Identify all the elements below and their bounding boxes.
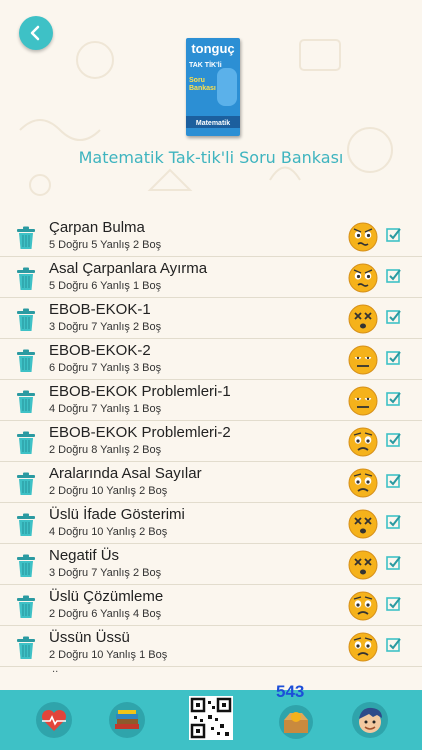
avatar-icon[interactable] (350, 700, 390, 740)
worried-face-icon (348, 632, 378, 662)
checkbox-icon[interactable] (386, 268, 402, 284)
trash-icon[interactable] (15, 595, 37, 619)
heart-pulse-icon[interactable] (34, 700, 74, 740)
test-row[interactable]: Negatif Üs 3 Doğru 7 Yanlış 2 Boş (0, 544, 422, 585)
worried-face-icon (348, 468, 378, 498)
trash-icon[interactable] (15, 226, 37, 250)
test-row[interactable]: EBOB-EKOK-2 6 Doğru 7 Yanlış 3 Boş (0, 339, 422, 380)
test-row[interactable]: EBOB-EKOK Problemleri-2 2 Doğru 8 Yanlış … (0, 421, 422, 462)
test-list: Çarpan Bulma 5 Doğru 5 Yanlış 2 Boş Asal … (0, 216, 422, 667)
checkbox-icon[interactable] (386, 637, 402, 653)
book-kind: Soru Bankası (189, 77, 216, 92)
test-row[interactable]: Asal Çarpanlara Ayırma 5 Doğru 6 Yanlış 1… (0, 257, 422, 298)
dizzy-face-icon (348, 509, 378, 539)
checkbox-icon[interactable] (386, 514, 402, 530)
more-indicator: .. (52, 664, 59, 675)
test-name: Aralarında Asal Sayılar (49, 465, 202, 482)
neutral-face-icon (348, 345, 378, 375)
test-stats: 3 Doğru 7 Yanlış 2 Boş (49, 567, 162, 579)
book-cover: tonguç TAK TİK'li Soru Bankası Matematik (186, 38, 240, 136)
test-name: Üssün Üssü (49, 629, 130, 646)
trash-icon[interactable] (15, 431, 37, 455)
checkbox-icon[interactable] (386, 555, 402, 571)
checkbox-icon[interactable] (386, 432, 402, 448)
test-stats: 3 Doğru 7 Yanlış 2 Boş (49, 321, 162, 333)
book-series: TAK TİK'li (189, 62, 222, 69)
checkbox-icon[interactable] (386, 350, 402, 366)
test-name: EBOB-EKOK-2 (49, 342, 151, 359)
confused-face-icon (348, 222, 378, 252)
test-row[interactable]: EBOB-EKOK-1 3 Doğru 7 Yanlış 2 Boş (0, 298, 422, 339)
trash-icon[interactable] (15, 554, 37, 578)
dizzy-face-icon (348, 304, 378, 334)
test-row[interactable]: EBOB-EKOK Problemleri-1 4 Doğru 7 Yanlış … (0, 380, 422, 421)
treasure-box-icon[interactable] (276, 700, 316, 740)
dizzy-face-icon (348, 550, 378, 580)
test-row[interactable]: Çarpan Bulma 5 Doğru 5 Yanlış 2 Boş (0, 216, 422, 257)
checkbox-icon[interactable] (386, 391, 402, 407)
trash-icon[interactable] (15, 472, 37, 496)
book-subject: Matematik (195, 120, 231, 127)
checkbox-icon[interactable] (386, 596, 402, 612)
test-name: EBOB-EKOK Problemleri-2 (49, 424, 231, 441)
test-name: EBOB-EKOK-1 (49, 301, 151, 318)
back-button[interactable] (19, 16, 53, 50)
chevron-left-icon (30, 25, 40, 41)
test-name: Üslü İfade Gösterimi (49, 506, 185, 523)
points-counter: 543 (276, 682, 305, 701)
test-stats: 5 Doğru 5 Yanlış 2 Boş (49, 239, 162, 251)
test-stats: 2 Doğru 6 Yanlış 4 Boş (49, 608, 162, 620)
neutral-face-icon (348, 386, 378, 416)
books-icon[interactable] (107, 700, 147, 740)
test-stats: 2 Doğru 10 Yanlış 1 Boş (49, 649, 168, 661)
trash-icon[interactable] (15, 349, 37, 373)
test-name: Asal Çarpanlara Ayırma (49, 260, 208, 277)
test-name: Çarpan Bulma (49, 219, 145, 236)
checkbox-icon[interactable] (386, 309, 402, 325)
confused-face-icon (348, 263, 378, 293)
test-stats: 2 Doğru 8 Yanlış 2 Boş (49, 444, 162, 456)
worried-face-icon (348, 427, 378, 457)
test-name: Negatif Üs (49, 547, 120, 564)
test-name: Üslü Çözümleme (49, 588, 164, 605)
qr-code-icon[interactable] (189, 696, 233, 740)
test-row[interactable]: Üssün Üssü 2 Doğru 10 Yanlış 1 Boş (0, 626, 422, 667)
test-stats: 5 Doğru 6 Yanlış 1 Boş (49, 280, 162, 292)
trash-icon[interactable] (15, 390, 37, 414)
trash-icon[interactable] (15, 267, 37, 291)
book-decoration (217, 68, 237, 106)
test-stats: 2 Doğru 10 Yanlış 2 Boş (49, 485, 168, 497)
test-stats: 4 Doğru 7 Yanlış 1 Boş (49, 403, 162, 415)
book-brand: tonguç (191, 41, 235, 56)
test-stats: 6 Doğru 7 Yanlış 3 Boş (49, 362, 162, 374)
test-stats: 4 Doğru 10 Yanlış 2 Boş (49, 526, 168, 538)
test-row[interactable]: Aralarında Asal Sayılar 2 Doğru 10 Yanlış… (0, 462, 422, 503)
trash-icon[interactable] (15, 308, 37, 332)
test-row[interactable]: Üslü Çözümleme 2 Doğru 6 Yanlış 4 Boş (0, 585, 422, 626)
trash-icon[interactable] (15, 513, 37, 537)
checkbox-icon[interactable] (386, 227, 402, 243)
test-name: EBOB-EKOK Problemleri-1 (49, 383, 231, 400)
trash-icon[interactable] (15, 636, 37, 660)
page-title: Matematik Tak-tik'li Soru Bankası (78, 148, 344, 167)
checkbox-icon[interactable] (386, 473, 402, 489)
bottom-bar: 543 (0, 682, 422, 750)
test-row[interactable]: Üslü İfade Gösterimi 4 Doğru 10 Yanlış 2 … (0, 503, 422, 544)
worried-face-icon (348, 591, 378, 621)
